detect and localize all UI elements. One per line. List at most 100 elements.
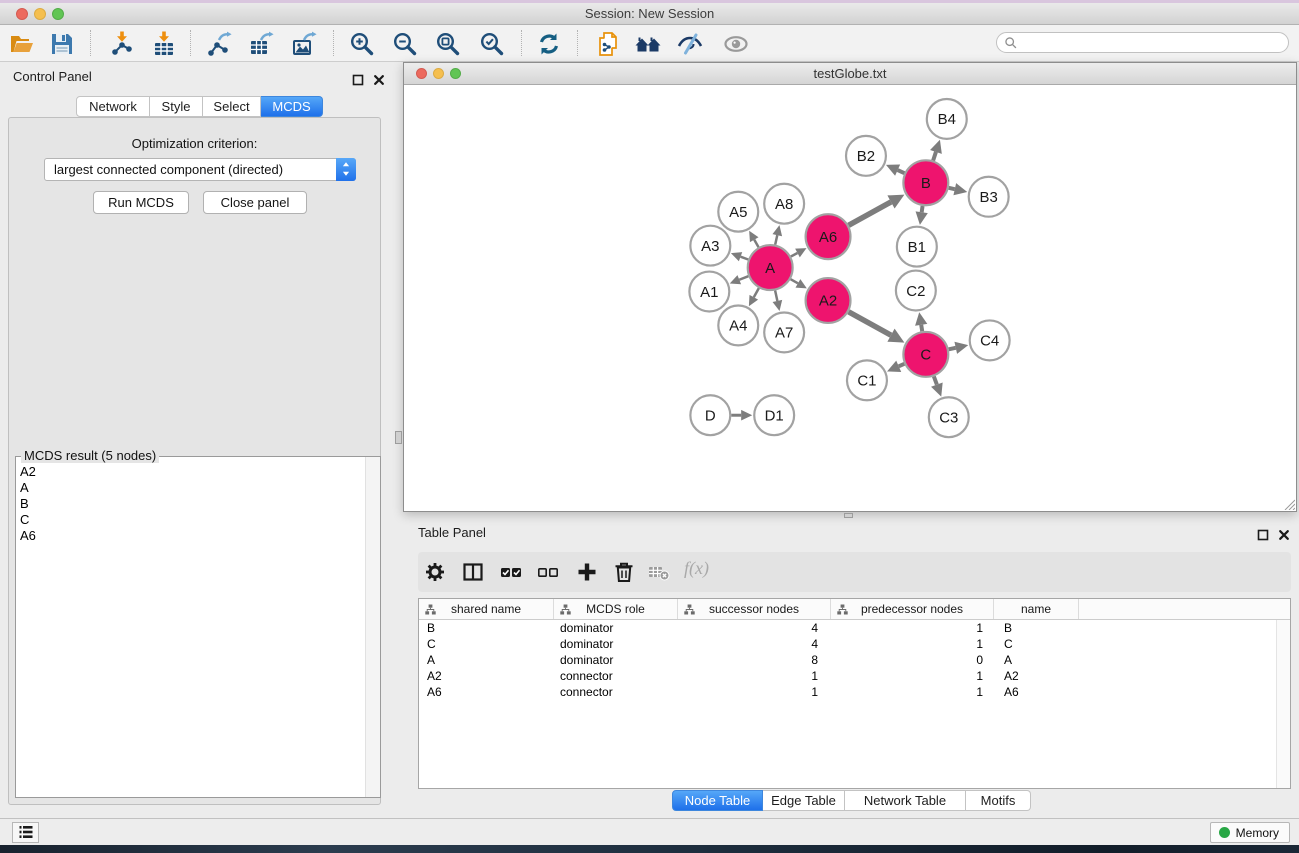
select-all-button[interactable] <box>500 561 522 583</box>
graph-edge[interactable] <box>849 202 891 225</box>
splitter-handle[interactable] <box>395 431 402 444</box>
graph-node-c3[interactable]: C3 <box>929 397 969 437</box>
graph-edge[interactable] <box>921 325 922 331</box>
table-cell[interactable]: A <box>419 652 554 668</box>
column-header-predecessor-nodes[interactable]: predecessor nodes <box>831 599 994 619</box>
table-cell[interactable]: A2 <box>994 668 1079 684</box>
optimization-criterion-select[interactable]: largest connected component (directed) <box>44 158 356 181</box>
column-header-name[interactable]: name <box>994 599 1079 619</box>
open-session-button[interactable] <box>8 30 36 58</box>
table-cell[interactable]: C <box>419 636 554 652</box>
search-input[interactable] <box>1023 34 1280 53</box>
graph-edge[interactable] <box>898 170 905 173</box>
graph-node-a7[interactable]: A7 <box>764 312 804 352</box>
graph-node-b4[interactable]: B4 <box>927 99 967 139</box>
table-row[interactable]: Adominator80A <box>419 652 1290 668</box>
graph-edge[interactable] <box>754 288 759 297</box>
graph-edge[interactable] <box>754 240 758 248</box>
table-row[interactable]: Cdominator41C <box>419 636 1290 652</box>
table-panel-float-icon[interactable] <box>1256 528 1270 542</box>
table-cell[interactable]: 4 <box>678 636 831 652</box>
table-cell[interactable]: dominator <box>554 620 678 636</box>
table-cell[interactable]: connector <box>554 684 678 700</box>
settings-gear-button[interactable] <box>424 561 446 583</box>
table-cell[interactable]: 4 <box>678 620 831 636</box>
graph-node-a8[interactable]: A8 <box>764 184 804 224</box>
table-cell[interactable]: A <box>994 652 1079 668</box>
mcds-result-item[interactable]: A <box>20 480 366 496</box>
network-close-icon[interactable] <box>416 68 427 79</box>
run-mcds-button[interactable]: Run MCDS <box>93 191 189 214</box>
export-table-button[interactable] <box>247 30 275 58</box>
graph-edge[interactable] <box>849 312 891 335</box>
table-cell[interactable]: connector <box>554 668 678 684</box>
add-column-button[interactable] <box>576 561 598 583</box>
control-panel-float-icon[interactable] <box>351 73 365 87</box>
tab-network-table[interactable]: Network Table <box>845 790 966 811</box>
resize-grip-icon[interactable] <box>1282 497 1295 510</box>
table-cell[interactable]: 8 <box>678 652 831 668</box>
export-network-button[interactable] <box>205 30 233 58</box>
tab-motifs[interactable]: Motifs <box>966 790 1031 811</box>
graph-node-c2[interactable]: C2 <box>896 271 936 311</box>
graph-node-a5[interactable]: A5 <box>718 192 758 232</box>
graph-node-a6[interactable]: A6 <box>806 214 851 259</box>
table-panel-close-icon[interactable] <box>1277 528 1291 542</box>
table-cell[interactable]: 1 <box>831 684 994 700</box>
table-scrollbar[interactable] <box>1276 620 1290 788</box>
copy-network-button[interactable] <box>594 30 622 58</box>
network-zoom-icon[interactable] <box>450 68 461 79</box>
graph-edge[interactable] <box>775 290 777 300</box>
column-header-shared-name[interactable]: shared name <box>419 599 554 619</box>
table-cell[interactable]: dominator <box>554 636 678 652</box>
graph-node-c[interactable]: C <box>903 332 948 377</box>
graph-node-c1[interactable]: C1 <box>847 360 887 400</box>
import-table-button[interactable] <box>150 30 178 58</box>
close-panel-button[interactable]: Close panel <box>203 191 307 214</box>
refresh-button[interactable] <box>535 30 563 58</box>
zoom-window-icon[interactable] <box>52 8 64 20</box>
zoom-out-button[interactable] <box>391 30 419 58</box>
table-cell[interactable]: 1 <box>831 620 994 636</box>
graph-edge[interactable] <box>933 152 936 161</box>
delete-column-button[interactable] <box>613 561 635 583</box>
graph-node-a3[interactable]: A3 <box>690 226 730 266</box>
table-cell[interactable]: C <box>994 636 1079 652</box>
column-header-mcds-role[interactable]: MCDS role <box>554 599 678 619</box>
network-canvas[interactable]: B4B2BB3A5A8A6B1A3AC2A1A2A4A7CC4C1C3DD1 <box>404 85 1296 511</box>
table-cell[interactable]: B <box>994 620 1079 636</box>
table-cell[interactable]: A6 <box>419 684 554 700</box>
table-cell[interactable]: 0 <box>831 652 994 668</box>
memory-button[interactable]: Memory <box>1210 822 1290 843</box>
deselect-all-button[interactable] <box>537 561 559 583</box>
graph-node-b1[interactable]: B1 <box>897 227 937 267</box>
home-button[interactable] <box>634 30 662 58</box>
tab-style[interactable]: Style <box>150 96 203 117</box>
splitter-handle[interactable] <box>844 513 853 518</box>
task-history-button[interactable] <box>12 822 39 843</box>
graph-node-a4[interactable]: A4 <box>718 305 758 345</box>
graph-edge[interactable] <box>934 376 937 384</box>
save-session-button[interactable] <box>48 30 76 58</box>
mcds-result-item[interactable]: A6 <box>20 528 366 544</box>
graph-node-a2[interactable]: A2 <box>806 278 851 323</box>
tab-select[interactable]: Select <box>203 96 261 117</box>
graph-node-a1[interactable]: A1 <box>689 272 729 312</box>
table-cell[interactable]: A6 <box>994 684 1079 700</box>
graph-edge[interactable] <box>791 253 798 257</box>
table-cell[interactable]: B <box>419 620 554 636</box>
tab-edge-table[interactable]: Edge Table <box>763 790 845 811</box>
mcds-result-item[interactable]: B <box>20 496 366 512</box>
graph-edge[interactable] <box>775 235 777 245</box>
mcds-result-item[interactable]: C <box>20 512 366 528</box>
table-cell[interactable]: 1 <box>678 668 831 684</box>
table-cell[interactable]: dominator <box>554 652 678 668</box>
table-cell[interactable]: 1 <box>831 636 994 652</box>
graph-node-c4[interactable]: C4 <box>970 320 1010 360</box>
tab-node-table[interactable]: Node Table <box>672 790 763 811</box>
table-row[interactable]: A6connector11A6 <box>419 684 1290 700</box>
graph-node-a[interactable]: A <box>748 245 793 290</box>
zoom-fit-button[interactable] <box>434 30 462 58</box>
tab-network[interactable]: Network <box>76 96 150 117</box>
import-network-button[interactable] <box>108 30 136 58</box>
